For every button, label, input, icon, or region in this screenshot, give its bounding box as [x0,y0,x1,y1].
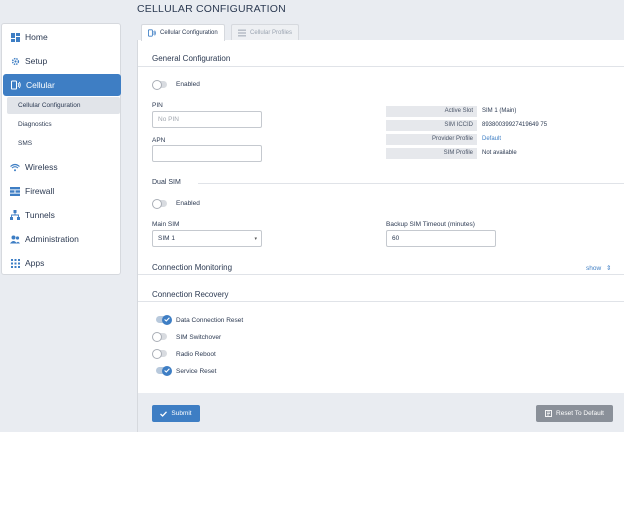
data-connection-reset-toggle[interactable] [155,314,172,325]
main-sim-value: SIM 1 [158,235,175,242]
section-title-recovery: Connection Recovery [152,290,229,299]
info-value: Not available [482,150,517,156]
sidebar-item-label: Cellular [26,80,55,90]
apps-icon [10,258,20,268]
section-title-dual-sim: Dual SIM [152,179,181,186]
info-row-sim-profile: SIM Profile Not available [386,148,517,159]
sidebar-item-tunnels[interactable]: Tunnels [2,204,120,226]
sidebar-subitem-sms[interactable]: SMS [7,135,120,152]
sidebar-subitem-diagnostics[interactable]: Diagnostics [7,116,120,133]
info-value: SIM 1 (Main) [482,108,517,114]
info-row-sim-iccid: SIM ICCID 89380039927419649 75 [386,120,547,131]
sidebar-item-label: Apps [25,258,45,268]
show-label: show [586,265,602,272]
tab-cellular-configuration[interactable]: Cellular Configuration [141,24,225,41]
sim-switchover-toggle[interactable] [152,331,168,342]
section-divider [138,66,624,67]
sidebar-item-administration[interactable]: Administration [2,228,120,250]
monitoring-show-toggle[interactable]: show ⇕ [586,264,611,272]
wifi-icon [10,162,20,172]
service-reset-toggle[interactable] [155,365,172,376]
recovery-option-label: Service Reset [176,368,217,375]
recovery-option-label: Radio Reboot [176,351,216,358]
pin-label: PIN [152,102,163,109]
sidebar-item-wireless[interactable]: Wireless [2,156,120,178]
form-footer: Submit Reset To Default [138,393,624,432]
reset-label: Reset To Default [556,410,604,417]
tab-label: Cellular Configuration [160,30,218,36]
sidebar-item-label: Firewall [25,186,55,196]
info-key: Active Slot [386,106,477,117]
info-value: 89380039927419649 75 [482,122,548,128]
submit-label: Submit [171,410,192,417]
sidebar-subitem-label: SMS [18,140,33,147]
info-row-active-slot: Active Slot SIM 1 (Main) [386,106,516,117]
sidebar-item-cellular[interactable]: Cellular [3,74,121,96]
firewall-icon [10,186,20,196]
sidebar-item-label: Wireless [25,162,58,172]
sidebar-item-setup[interactable]: Setup [2,50,120,72]
recovery-option-label: Data Connection Reset [176,317,244,324]
check-icon [164,317,170,322]
section-title-monitoring: Connection Monitoring [152,263,233,272]
info-key: Provider Profile [386,134,477,145]
recovery-option-label: SIM Switchover [176,334,222,341]
main-sim-label: Main SIM [152,221,180,228]
main-sim-select[interactable]: SIM 1 ▾ [152,230,262,247]
sort-icon: ⇕ [606,265,612,272]
section-divider [138,274,624,275]
general-enabled-label: Enabled [176,81,200,88]
sidebar-item-apps[interactable]: Apps [2,252,120,274]
cellular-icon [148,29,156,37]
main-panel: General Configuration Enabled PIN APN Ac… [137,40,624,432]
tab-cellular-profiles[interactable]: Cellular Profiles [231,24,300,40]
page-title: CELLULAR CONFIGURATION [137,3,286,15]
users-icon [10,234,20,244]
provider-profile-link[interactable]: Default [477,134,501,145]
tunnels-icon [10,210,20,220]
info-row-provider-profile: Provider Profile Default [386,134,501,145]
gear-icon [10,56,20,66]
list-icon [238,29,246,37]
dashboard-icon [10,32,20,42]
sidebar-item-label: Administration [25,234,79,244]
sidebar-subitem-label: Cellular Configuration [18,102,81,109]
cellular-icon [11,80,21,90]
sidebar-subitem-cellular-configuration[interactable]: Cellular Configuration [7,97,120,114]
dual-sim-enabled-toggle[interactable] [152,198,168,209]
radio-reboot-toggle[interactable] [152,348,168,359]
sidebar-item-label: Home [25,32,48,42]
info-key: SIM ICCID [386,120,477,131]
sidebar-subitem-label: Diagnostics [18,121,52,128]
section-divider [138,301,624,302]
sidebar-item-label: Setup [25,56,48,66]
tab-label: Cellular Profiles [250,29,293,36]
caret-down-icon: ▾ [254,236,257,242]
pin-input[interactable] [152,111,262,128]
general-enabled-toggle[interactable] [152,79,168,90]
sidebar-item-label: Tunnels [25,210,55,220]
sidebar: Home Setup Cellular Cellular Configurati… [1,23,121,275]
apn-input[interactable] [152,145,262,162]
sidebar-item-home[interactable]: Home [2,26,120,48]
info-key: SIM Profile [386,148,477,159]
section-divider [198,183,624,184]
sidebar-item-firewall[interactable]: Firewall [2,180,120,202]
apn-label: APN [152,137,166,144]
backup-timeout-label: Backup SIM Timeout (minutes) [386,221,475,228]
section-title-general: General Configuration [152,54,231,63]
check-icon [164,368,170,373]
submit-button[interactable]: Submit [152,405,200,422]
check-icon [160,410,168,417]
reset-to-default-button[interactable]: Reset To Default [536,405,613,422]
backup-timeout-input[interactable] [386,230,496,247]
dual-sim-enabled-label: Enabled [176,200,200,207]
reset-icon [545,410,552,417]
